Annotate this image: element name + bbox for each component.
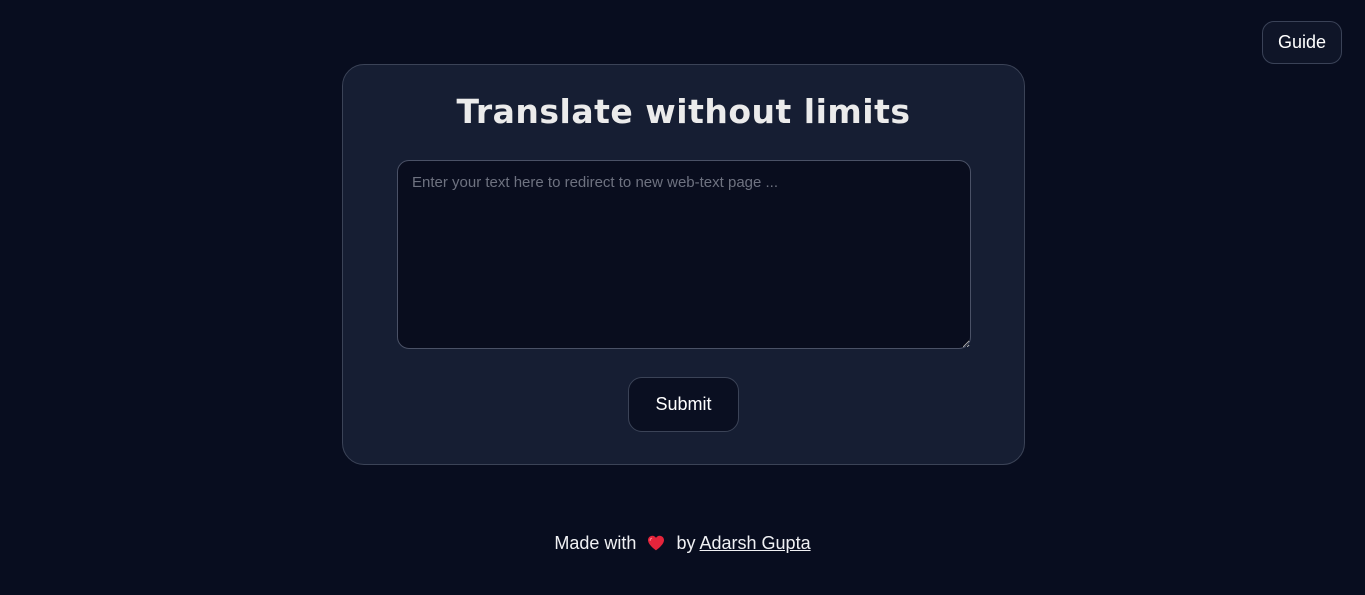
heart-icon (648, 535, 665, 551)
footer-made-with-text: Made with (554, 533, 637, 553)
text-input[interactable] (397, 160, 971, 349)
page: Guide Translate without limits Submit Ma… (0, 0, 1365, 595)
submit-button[interactable]: Submit (628, 377, 739, 432)
author-link[interactable]: Adarsh Gupta (700, 533, 811, 553)
page-title: Translate without limits (456, 92, 911, 131)
guide-button[interactable]: Guide (1262, 21, 1342, 64)
footer-by-text: by (676, 533, 696, 553)
translate-card: Translate without limits Submit (342, 64, 1025, 465)
footer: Made with by Adarsh Gupta (0, 533, 1365, 554)
